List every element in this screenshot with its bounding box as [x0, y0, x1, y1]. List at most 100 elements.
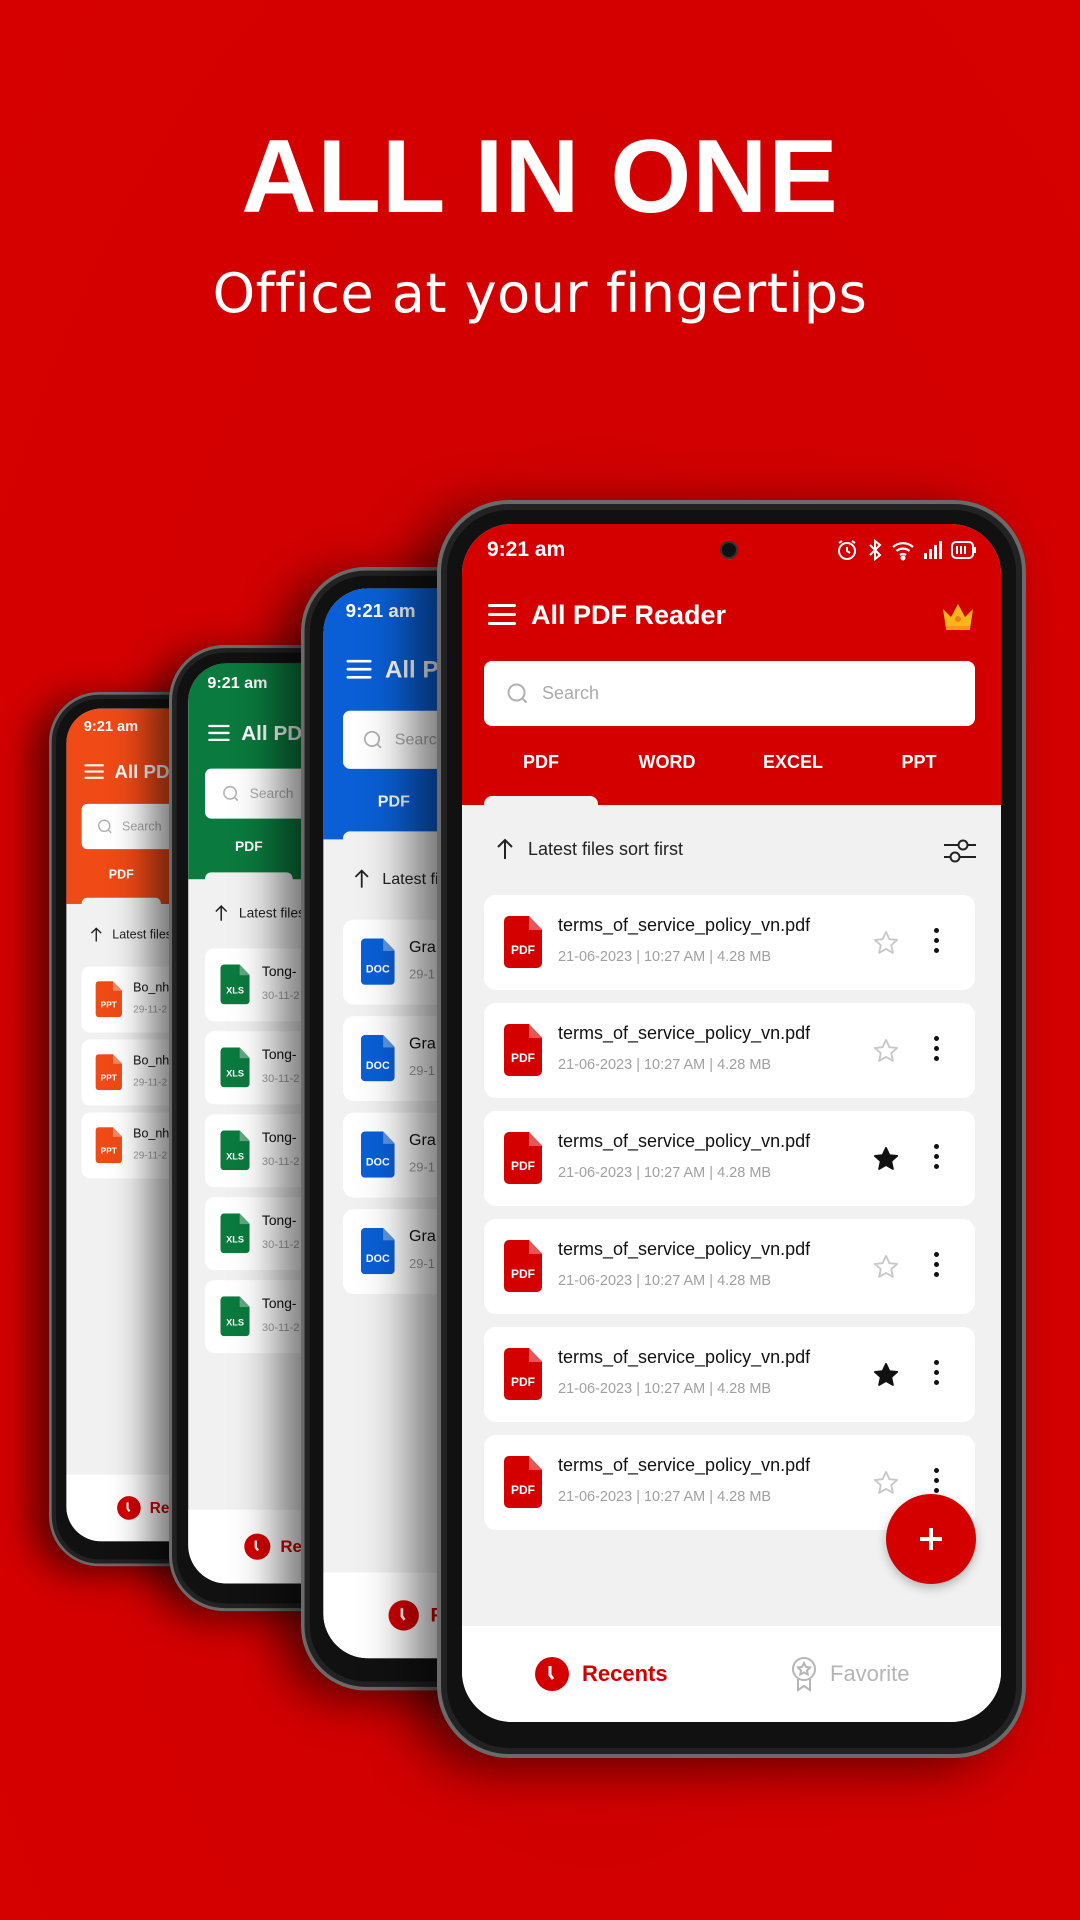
file-type-icon: PPT	[95, 981, 122, 1018]
file-list-item[interactable]: PDF terms_of_service_policy_vn.pdf 21-06-2…	[484, 1111, 975, 1206]
file-type-badge: XLS	[226, 1068, 245, 1079]
menu-icon[interactable]	[84, 764, 104, 779]
file-type-badge: PPT	[100, 1072, 117, 1083]
arrow-up-icon	[90, 927, 102, 942]
tab-pdf[interactable]: PDF	[77, 867, 165, 882]
nav-recents-label: Recents	[582, 1661, 668, 1686]
clock-icon	[388, 1600, 419, 1631]
star-outline-icon[interactable]	[872, 929, 900, 962]
tab-ppt[interactable]: PPT	[856, 752, 982, 773]
file-name: Gra	[409, 1130, 436, 1149]
file-meta: 29-1	[409, 1064, 435, 1079]
star-filled-icon[interactable]	[872, 1145, 900, 1178]
file-name: Tong-	[261, 1212, 297, 1228]
file-type-badge: PDF	[511, 1375, 535, 1389]
more-options-icon[interactable]	[934, 1036, 940, 1066]
premium-crown-icon[interactable]	[940, 600, 976, 637]
tab-word[interactable]: WORD	[604, 752, 730, 773]
plus-icon	[920, 1528, 942, 1550]
file-list-item[interactable]: PDF terms_of_service_policy_vn.pdf 21-06-2…	[484, 895, 975, 990]
file-list-item[interactable]: PDF terms_of_service_policy_vn.pdf 21-06-2…	[484, 1327, 975, 1422]
more-options-icon[interactable]	[934, 1252, 940, 1282]
file-name: Bo_nh	[133, 1053, 170, 1068]
file-meta: 30-11-2	[261, 1238, 300, 1251]
search-icon	[363, 730, 382, 749]
clock-icon	[535, 1657, 569, 1691]
file-name: Tong-	[261, 963, 297, 980]
battery-icon	[951, 541, 976, 559]
file-list-item[interactable]: PDF terms_of_service_policy_vn.pdf 21-06-2…	[484, 1219, 975, 1314]
file-type-icon: XLS	[220, 1047, 250, 1088]
alarm-icon	[838, 540, 856, 560]
file-meta: 21-06-2023 | 10:27 AM | 4.28 MB	[558, 1165, 772, 1181]
subheadline: Office at your fingertips	[212, 262, 868, 325]
file-type-icon: PDF	[504, 916, 542, 968]
more-options-icon[interactable]	[934, 1360, 940, 1390]
more-options-icon[interactable]	[934, 1144, 940, 1174]
filter-settings-icon[interactable]	[943, 836, 977, 871]
bottom-navigation: Recents Favorite	[462, 1626, 1001, 1722]
wifi-icon	[892, 542, 914, 561]
menu-icon[interactable]	[208, 724, 230, 742]
star-outline-icon[interactable]	[872, 1469, 900, 1502]
nav-recents[interactable]: Recents	[534, 1656, 668, 1692]
search-placeholder: Search	[542, 683, 600, 703]
search-placeholder: Search	[121, 819, 162, 834]
star-outline-icon[interactable]	[872, 1037, 900, 1070]
headline: ALL IN ONE	[241, 119, 839, 235]
file-meta: 29-11-2	[133, 1004, 168, 1016]
file-name: Bo_nh	[133, 980, 170, 995]
more-options-icon[interactable]	[934, 928, 940, 958]
file-type-badge: PDF	[511, 1267, 535, 1281]
file-type-badge: PDF	[511, 1483, 535, 1497]
file-meta: 29-1	[409, 967, 435, 983]
file-type-tabs: PDFWORDEXCELPPT	[478, 752, 982, 773]
clock-icon	[117, 1496, 141, 1520]
file-meta: 21-06-2023 | 10:27 AM | 4.28 MB	[558, 1489, 772, 1505]
status-time: 9:21 am	[207, 674, 268, 692]
tab-pdf[interactable]: PDF	[338, 792, 451, 811]
search-input[interactable]: Search	[484, 661, 975, 726]
search-icon	[97, 819, 112, 833]
file-meta: 21-06-2023 | 10:27 AM | 4.28 MB	[558, 1057, 772, 1073]
phone-pdf: 9:21 am All PDF Reader Search PDF WORD EXCEL…	[437, 500, 1026, 1758]
file-meta: 21-06-2023 | 10:27 AM | 4.28 MB	[558, 1273, 772, 1289]
file-type-badge: PDF	[511, 943, 535, 957]
file-name: terms_of_service_policy_vn.pdf	[558, 915, 811, 935]
tab-pdf[interactable]: PDF	[478, 752, 604, 773]
tab-pdf[interactable]: PDF	[200, 839, 297, 855]
file-type-icon: PDF	[504, 1024, 542, 1076]
tab-excel[interactable]: EXCEL	[730, 752, 856, 773]
file-type-icon: XLS	[220, 1296, 250, 1337]
file-meta: 30-11-2	[261, 1072, 300, 1086]
file-meta: 29-11-2	[133, 1077, 168, 1089]
file-name: Gra	[409, 1226, 436, 1245]
file-meta: 30-11-2	[261, 1321, 300, 1334]
sort-label: Latest files sort first	[528, 838, 684, 859]
file-type-icon: XLS	[220, 964, 250, 1005]
file-type-badge: XLS	[226, 985, 245, 996]
active-tab-indicator	[484, 796, 598, 808]
arrow-up-icon	[215, 905, 228, 921]
menu-icon[interactable]	[346, 659, 372, 680]
menu-icon[interactable]	[488, 604, 516, 626]
file-name: terms_of_service_policy_vn.pdf	[558, 1023, 811, 1043]
file-list-item[interactable]: PDF terms_of_service_policy_vn.pdf 21-06-2…	[484, 1003, 975, 1098]
active-tab-indicator	[81, 897, 161, 907]
screen: 9:21 am All PDF Reader Search PDF WORD EXCEL…	[462, 524, 1001, 1722]
file-name: terms_of_service_policy_vn.pdf	[558, 1131, 811, 1151]
bluetooth-icon	[869, 538, 882, 562]
star-filled-icon[interactable]	[872, 1361, 900, 1394]
sort-toggle[interactable]: Latest files sort first	[496, 838, 683, 860]
file-type-badge: PPT	[100, 999, 117, 1010]
file-type-icon: DOC	[360, 1227, 395, 1275]
star-outline-icon[interactable]	[872, 1253, 900, 1286]
add-file-button[interactable]	[886, 1494, 976, 1584]
file-type-icon: PDF	[504, 1348, 542, 1400]
file-meta: 21-06-2023 | 10:27 AM | 4.28 MB	[558, 949, 772, 965]
active-tab-indicator	[205, 872, 293, 882]
file-meta: 29-1	[409, 1160, 435, 1176]
file-meta: 29-11-2	[133, 1150, 168, 1162]
nav-favorite[interactable]: Favorite	[790, 1656, 909, 1692]
file-type-badge: XLS	[226, 1234, 245, 1245]
